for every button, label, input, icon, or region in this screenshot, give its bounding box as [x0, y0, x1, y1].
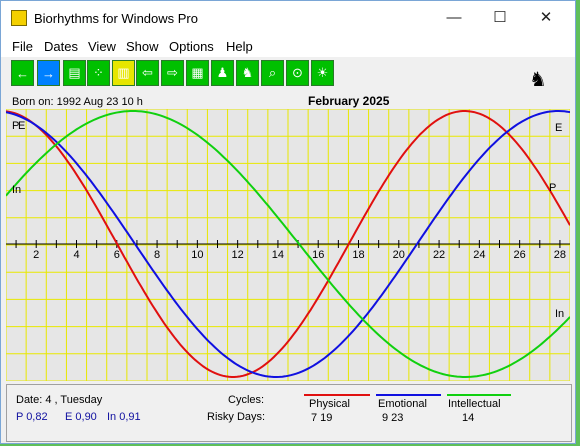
app-window: Biorhythms for Windows Pro — ☐ ✕ File Da…	[0, 0, 576, 444]
chart-svg: 2 4 6 8 10 12 14 16 18 20 22 24 26 28PEInEPIn	[6, 109, 570, 381]
status-panel: Date: 4 , Tuesday P 0,82 E 0,90 In 0,91 …	[6, 384, 572, 442]
title-bar: Biorhythms for Windows Pro — ☐ ✕	[1, 1, 575, 35]
physical-right-label: P	[549, 182, 556, 194]
physical-risky-days: 7 19	[311, 412, 333, 424]
menu-help[interactable]: Help	[226, 39, 253, 54]
close-button[interactable]: ✕	[523, 1, 569, 35]
forward-button[interactable]: →	[37, 60, 60, 86]
intellectual-right-label: In	[555, 308, 564, 320]
physical-label: Physical	[309, 398, 350, 410]
risky-days-label: Risky Days:	[207, 411, 266, 423]
menu-dates[interactable]: Dates	[44, 39, 78, 54]
x-tick-label: 14	[272, 249, 284, 261]
date-label: Date: 4 , Tuesday	[16, 394, 103, 406]
month-title: February 2025	[308, 94, 390, 108]
zoom-in-icon: ⌕	[268, 65, 277, 80]
intellectual-legend-line	[447, 394, 511, 396]
back-icon: ←	[16, 65, 29, 81]
forward-icon: →	[42, 65, 55, 81]
born-on-label: Born on: 1992 Aug 23 10 h	[12, 96, 143, 108]
calendar-button[interactable]: ▦	[186, 60, 209, 86]
tip-button[interactable]: ☀	[311, 60, 334, 86]
intellectual-risky-days: 14	[462, 412, 475, 424]
dice-icon: ⁘	[93, 65, 104, 80]
person-button[interactable]: ♟	[211, 60, 234, 86]
couple-icon: ♞	[241, 65, 254, 80]
emotional-left-label: E	[18, 120, 25, 132]
toolbar: ← → ▤ ⁘ ▥ ⇦ ⇨ ▦ ♟ ♞ ⌕ ⊙ ☀	[1, 57, 575, 91]
menu-show[interactable]: Show	[126, 39, 159, 54]
person-icon: ♟	[216, 65, 229, 80]
emotional-risky-days: 9 23	[382, 412, 404, 424]
couple-button[interactable]: ♞	[236, 60, 259, 86]
x-tick-label: 6	[114, 249, 120, 261]
x-tick-label: 24	[473, 249, 485, 261]
mascot-icon: ♞	[529, 69, 547, 91]
intellectual-label: Intellectual	[448, 398, 501, 410]
x-tick-label: 4	[73, 249, 79, 261]
window-title: Biorhythms for Windows Pro	[34, 11, 198, 26]
x-tick-label: 22	[433, 249, 445, 261]
cycles-label: Cycles:	[228, 394, 265, 406]
x-tick-label: 20	[393, 249, 405, 261]
arrow-right-icon: ⇨	[167, 65, 178, 80]
emotional-value: E 0,90	[65, 411, 97, 423]
app-icon	[11, 10, 27, 26]
emotional-right-label: E	[555, 122, 562, 134]
physical-legend-line	[304, 394, 370, 396]
dice-button[interactable]: ⁘	[87, 60, 110, 86]
prev-button[interactable]: ⇦	[136, 60, 159, 86]
grid-calendar-icon: ▦	[191, 65, 204, 80]
maximize-button[interactable]: ☐	[477, 1, 523, 35]
next-button[interactable]: ⇨	[161, 60, 184, 86]
menu-options[interactable]: Options	[169, 39, 214, 54]
print-button[interactable]: ▤	[63, 60, 86, 86]
emotional-legend-line	[376, 394, 441, 396]
zoom-out-icon: ⊙	[292, 65, 303, 80]
menu-view[interactable]: View	[88, 39, 116, 54]
x-tick-label: 10	[191, 249, 203, 261]
x-tick-label: 12	[232, 249, 244, 261]
back-button[interactable]: ←	[11, 60, 34, 86]
menu-file[interactable]: File	[12, 39, 33, 54]
intellectual-left-label: In	[12, 184, 21, 196]
notes-button[interactable]: ▥	[112, 60, 135, 86]
zoom-in-button[interactable]: ⌕	[261, 60, 284, 86]
biorhythm-chart[interactable]: 2 4 6 8 10 12 14 16 18 20 22 24 26 28 P E In E P In	[6, 109, 570, 381]
x-tick-label: 18	[352, 249, 364, 261]
print-icon: ▤	[68, 65, 81, 80]
x-tick-label: 2	[33, 249, 39, 261]
calendar-notes-icon: ▥	[117, 65, 130, 80]
emotional-label: Emotional	[378, 398, 427, 410]
x-tick-label: 16	[312, 249, 324, 261]
x-tick-label: 8	[154, 249, 160, 261]
minimize-button[interactable]: —	[431, 1, 477, 35]
lightbulb-icon: ☀	[316, 65, 329, 80]
zoom-out-button[interactable]: ⊙	[286, 60, 309, 86]
physical-value: P 0,82	[16, 411, 48, 423]
arrow-left-icon: ⇦	[142, 65, 153, 80]
x-tick-label: 28	[554, 249, 566, 261]
intellectual-value: In 0,91	[107, 411, 141, 423]
x-tick-label: 26	[514, 249, 526, 261]
menu-bar: File Dates View Show Options Help	[1, 35, 575, 57]
